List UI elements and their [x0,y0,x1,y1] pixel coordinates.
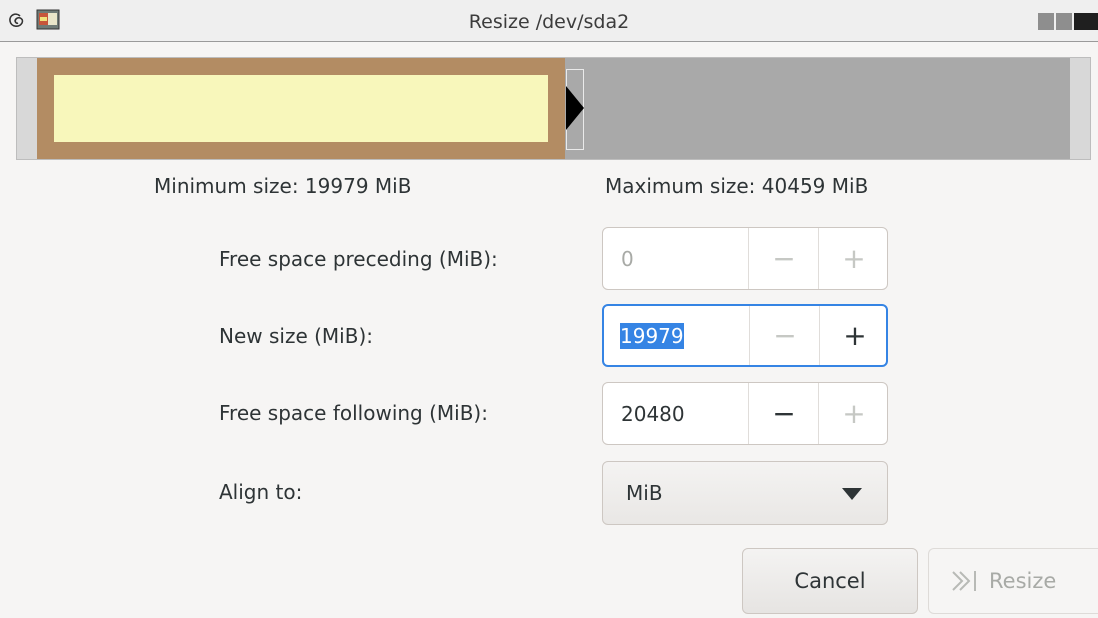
plus-icon: + [843,319,867,352]
following-increment-button[interactable]: + [818,383,887,444]
resize-button[interactable]: Resize [928,548,1098,614]
partition-used-space [54,75,548,142]
free-space-following-label: Free space following (MiB): [219,401,488,425]
preceding-decrement-button[interactable]: − [748,228,819,289]
minus-icon: − [772,397,796,430]
free-space-preceding-label: Free space preceding (MiB): [219,247,498,271]
minimum-size-label: Minimum size: 19979 MiB [154,174,412,198]
maximum-size-label: Maximum size: 40459 MiB [605,174,869,198]
new-size-value[interactable]: 19979 [620,306,684,365]
resize-icon [952,571,976,591]
free-space-preceding-spinner[interactable]: 0 − + [602,227,888,290]
free-space-preceding-value[interactable]: 0 [621,228,634,289]
maximize-button[interactable] [1056,13,1072,30]
new-size-label: New size (MiB): [219,324,373,348]
resize-right-arrow-icon[interactable] [566,86,584,130]
align-to-label: Align to: [219,480,303,504]
align-to-selected-value: MiB [626,481,663,505]
new-size-selected-text: 19979 [620,322,684,349]
minus-icon: − [772,242,796,275]
plus-icon: + [842,242,866,275]
resize-button-label: Resize [989,569,1057,593]
preceding-increment-button[interactable]: + [818,228,887,289]
align-to-dropdown[interactable]: MiB [602,461,888,525]
new-size-increment-button[interactable]: + [819,306,886,365]
minimize-button[interactable] [1038,13,1054,30]
new-size-decrement-button[interactable]: − [749,306,820,365]
close-button[interactable] [1074,13,1098,30]
dropdown-arrow-icon [842,488,862,500]
new-size-spinner[interactable]: 19979 − + [602,304,888,367]
following-decrement-button[interactable]: − [748,383,819,444]
cancel-button-label: Cancel [794,569,866,593]
plus-icon: + [842,397,866,430]
cancel-button[interactable]: Cancel [742,548,918,614]
window-titlebar: Resize /dev/sda2 [0,0,1098,42]
minus-icon: − [773,319,797,352]
free-space-following-spinner[interactable]: 20480 − + [602,382,888,445]
free-space-following-value[interactable]: 20480 [621,383,685,444]
window-title: Resize /dev/sda2 [468,11,630,33]
